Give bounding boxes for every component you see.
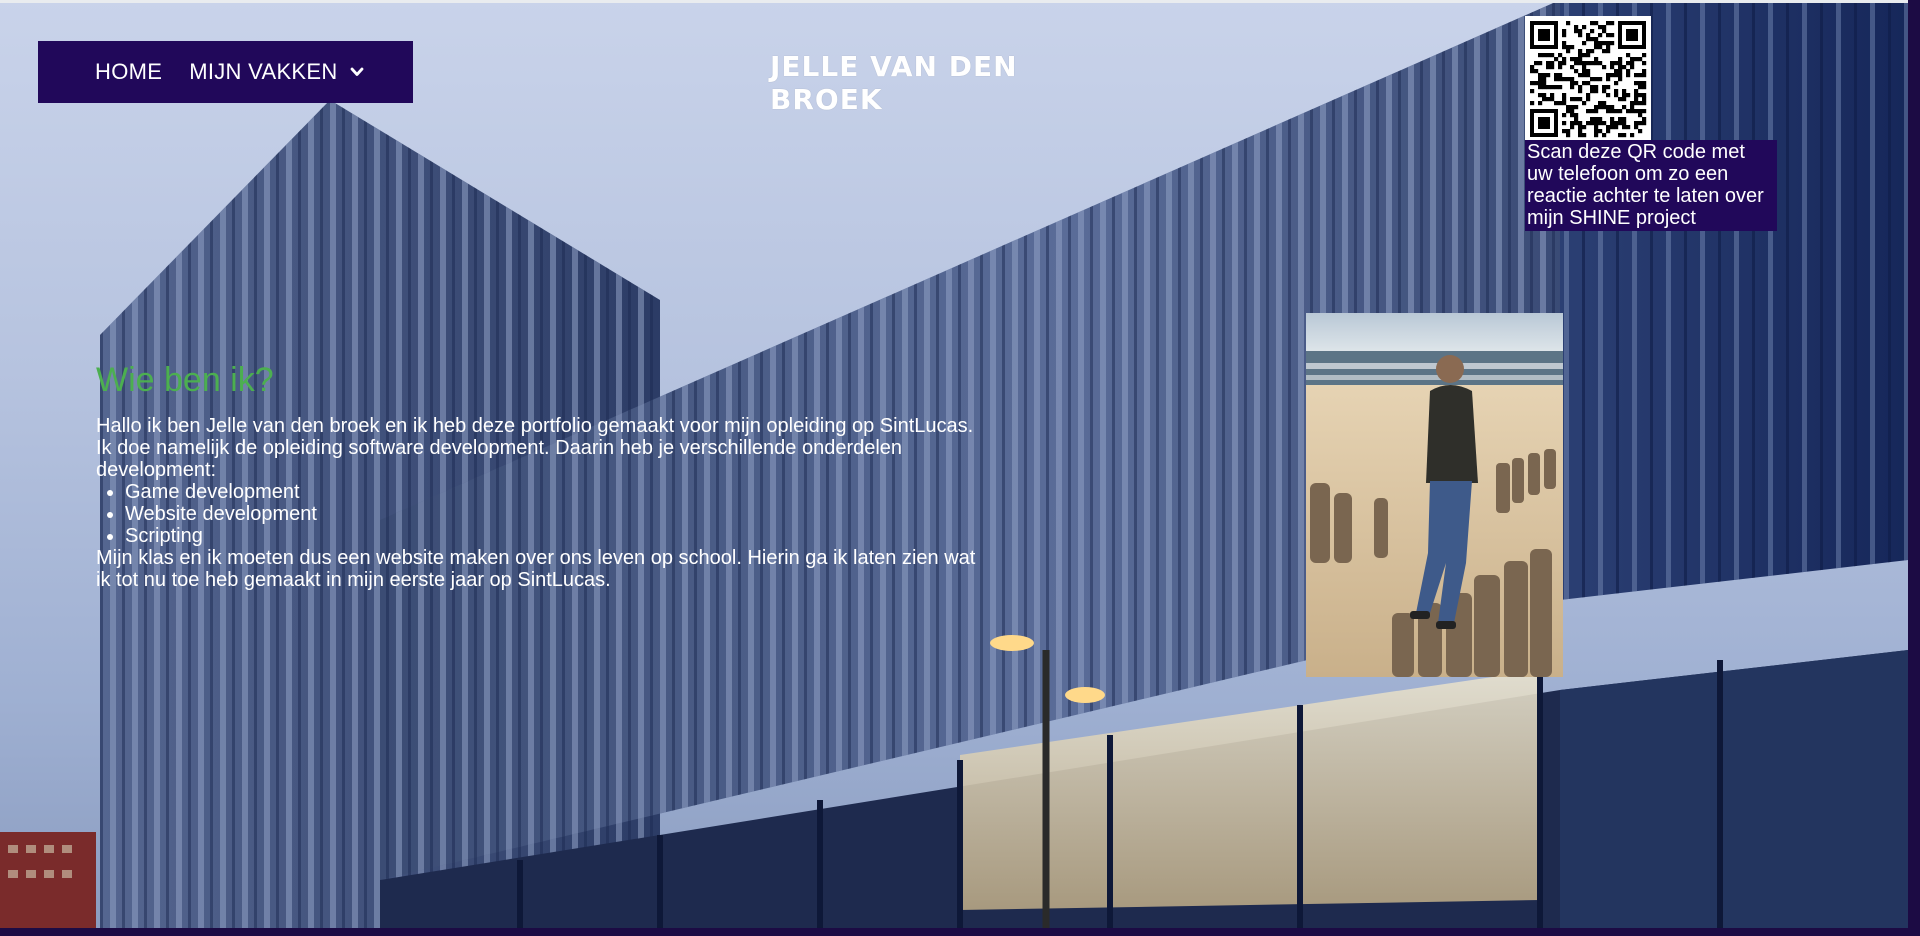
list-item: Scripting [125,525,976,547]
intro-paragraph-2: Mijn klas en ik moeten dus een website m… [96,547,976,591]
chevron-down-icon[interactable] [350,65,364,79]
nav-mijn-vakken-label[interactable]: MIJN VAKKEN [189,59,337,85]
qr-code-icon [1525,16,1651,142]
intro-paragraph-1: Hallo ik ben Jelle van den broek en ik h… [96,415,974,481]
portrait-photo [1306,313,1563,677]
list-item: Game development [125,481,976,503]
site-title: JELLE VAN DEN BROEK [770,50,1018,116]
intro-heading: Wie ben ik? [96,361,274,399]
development-list: Game development Website development Scr… [96,481,976,547]
qr-caption: Scan deze QR code met uw telefoon om zo … [1525,140,1777,231]
nav-home-link[interactable]: HOME [95,59,162,85]
page: HOME MIJN VAKKEN JELLE VAN DEN BROEK Sca… [0,0,1920,936]
main-nav: HOME MIJN VAKKEN [38,41,413,103]
bottom-bar [0,928,1920,936]
right-edge [1908,0,1920,936]
top-divider [0,0,1920,3]
list-item: Website development [125,503,976,525]
intro-body: Hallo ik ben Jelle van den broek en ik h… [96,415,976,591]
nav-mijn-vakken-dropdown[interactable]: MIJN VAKKEN [189,59,363,85]
